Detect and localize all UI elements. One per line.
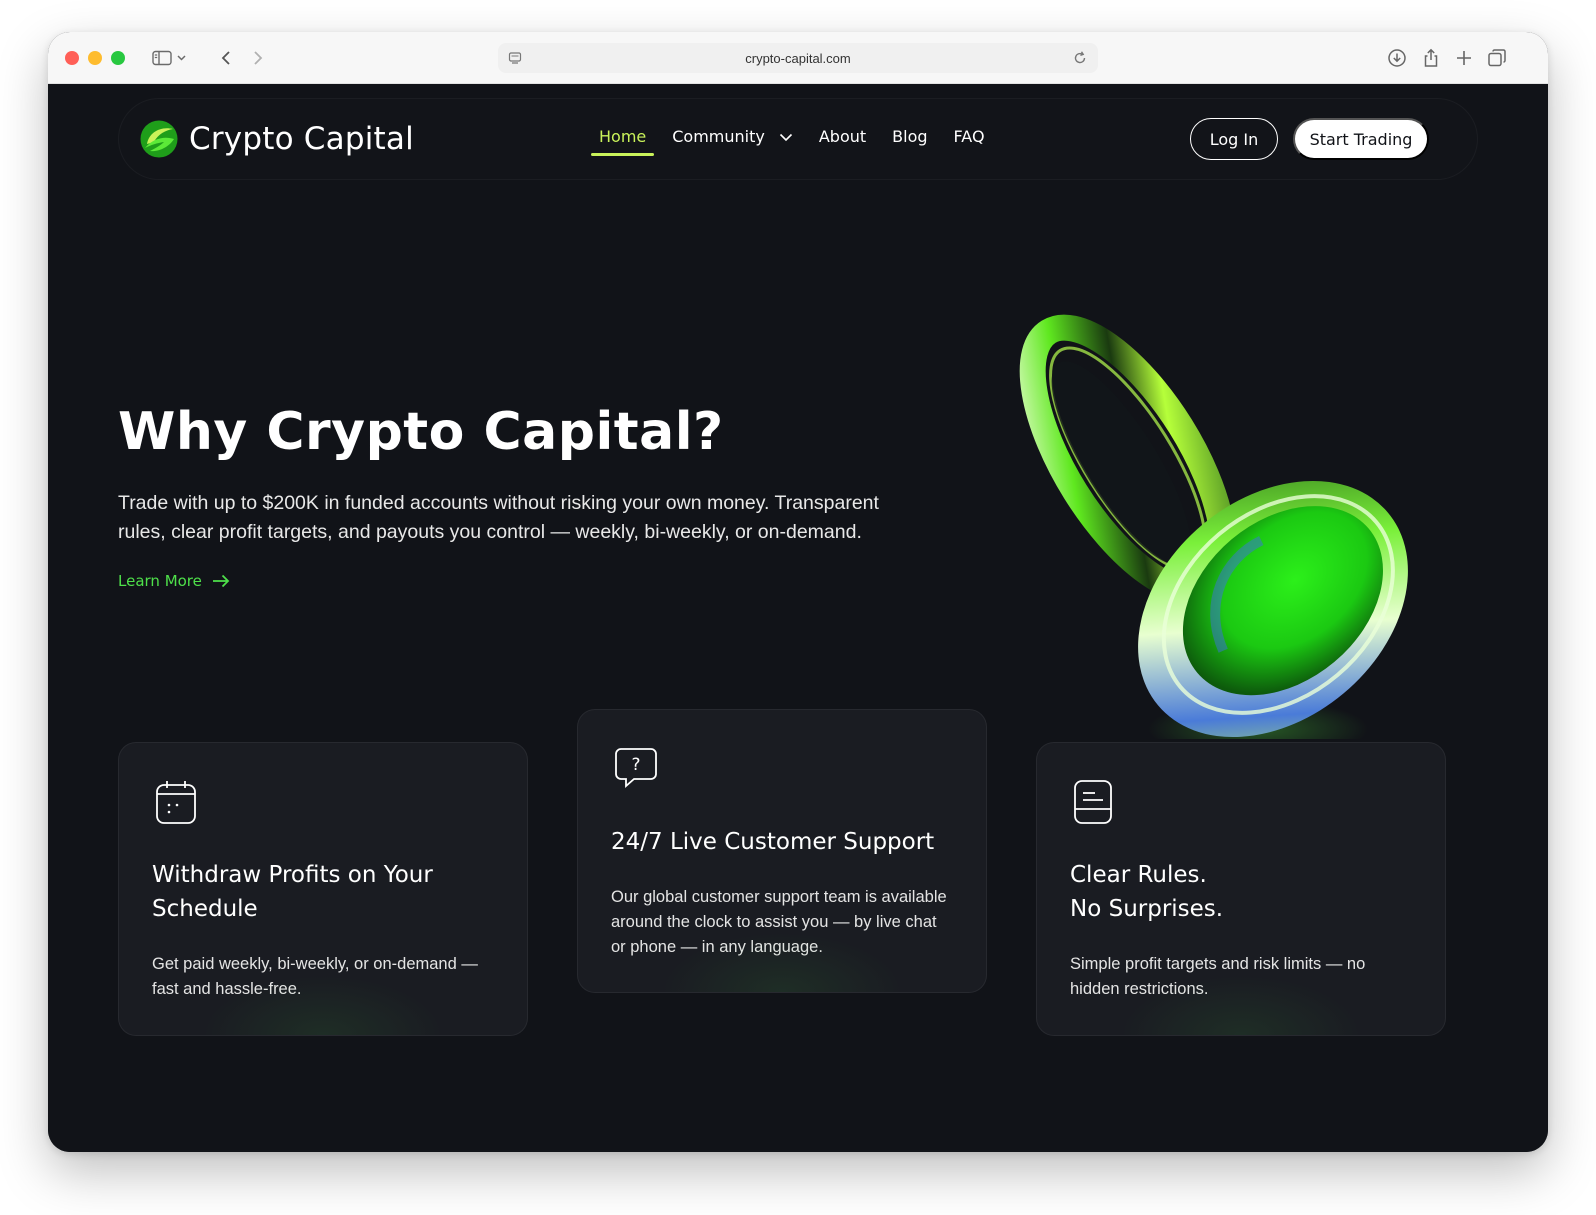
hero-title: Why Crypto Capital? xyxy=(118,402,724,462)
downloads-button[interactable] xyxy=(1383,44,1411,72)
feature-title: 24/7 Live Customer Support xyxy=(611,829,935,855)
chat-question-icon: ? xyxy=(615,748,657,788)
feature-card-support: ? 24/7 Live Customer Support Our global … xyxy=(577,709,987,993)
learn-more-label: Learn More xyxy=(118,572,202,590)
download-icon xyxy=(1388,49,1406,67)
nav-community[interactable]: Community xyxy=(672,127,793,146)
nav-home[interactable]: Home xyxy=(590,127,655,156)
hero-description: Trade with up to $200K in funded account… xyxy=(118,492,879,543)
reload-icon[interactable] xyxy=(1072,50,1088,66)
main-nav: Home Community About Blog FAQ xyxy=(590,127,1011,156)
zoom-window-button[interactable] xyxy=(111,51,125,65)
browser-toolbar: crypto-capital.com xyxy=(48,32,1548,84)
share-button[interactable] xyxy=(1417,44,1445,72)
feature-text: Get paid weekly, bi-weekly, or on-demand… xyxy=(152,955,478,998)
forward-button[interactable] xyxy=(246,44,270,72)
start-trading-button[interactable]: Start Trading xyxy=(1293,118,1429,160)
sidebar-toggle-button[interactable] xyxy=(148,44,192,72)
feature-text: Our global customer support team is avai… xyxy=(611,888,947,956)
share-icon xyxy=(1424,48,1438,67)
nav-community-label: Community xyxy=(672,127,765,146)
tab-overview-button[interactable] xyxy=(1483,44,1511,72)
login-button[interactable]: Log In xyxy=(1190,118,1278,160)
page: Crypto Capital Home Community About Blog… xyxy=(48,84,1548,1152)
sidebar-icon xyxy=(152,50,186,66)
calendar-icon xyxy=(156,781,196,824)
plus-icon xyxy=(1457,51,1471,65)
logo-icon xyxy=(140,120,178,158)
chevron-left-icon xyxy=(221,51,230,65)
learn-more-link[interactable]: Learn More xyxy=(118,572,230,590)
close-window-button[interactable] xyxy=(65,51,79,65)
address-bar[interactable]: crypto-capital.com xyxy=(498,43,1098,73)
site-info-icon xyxy=(508,52,522,64)
chevron-right-icon xyxy=(254,51,263,65)
arrow-right-icon xyxy=(212,574,230,588)
browser-window: crypto-capital.com Crypto Capital Home C… xyxy=(48,32,1548,1152)
feature-card-withdraw: Withdraw Profits on Your Schedule Get pa… xyxy=(118,742,528,1036)
nav-about[interactable]: About xyxy=(819,127,866,146)
coins-illustration xyxy=(1019,314,1408,739)
new-tab-button[interactable] xyxy=(1450,44,1478,72)
svg-text:?: ? xyxy=(631,755,640,775)
chevron-down-icon xyxy=(779,133,792,141)
feature-text: Simple profit targets and risk limits — … xyxy=(1070,955,1366,998)
document-icon xyxy=(1074,780,1112,824)
site-navbar: Crypto Capital Home Community About Blog… xyxy=(118,98,1478,180)
logo-text: Crypto Capital xyxy=(189,121,414,157)
tabs-icon xyxy=(1488,49,1506,67)
nav-blog[interactable]: Blog xyxy=(892,127,927,146)
minimize-window-button[interactable] xyxy=(88,51,102,65)
feature-title: Clear Rules. No Surprises. xyxy=(1070,862,1224,922)
back-button[interactable] xyxy=(214,44,238,72)
feature-card-rules: Clear Rules. No Surprises. Simple profit… xyxy=(1036,742,1446,1036)
site-logo[interactable]: Crypto Capital xyxy=(139,119,414,159)
feature-title: Withdraw Profits on Your Schedule xyxy=(152,862,433,922)
url-text: crypto-capital.com xyxy=(745,50,851,66)
nav-faq[interactable]: FAQ xyxy=(954,127,985,146)
